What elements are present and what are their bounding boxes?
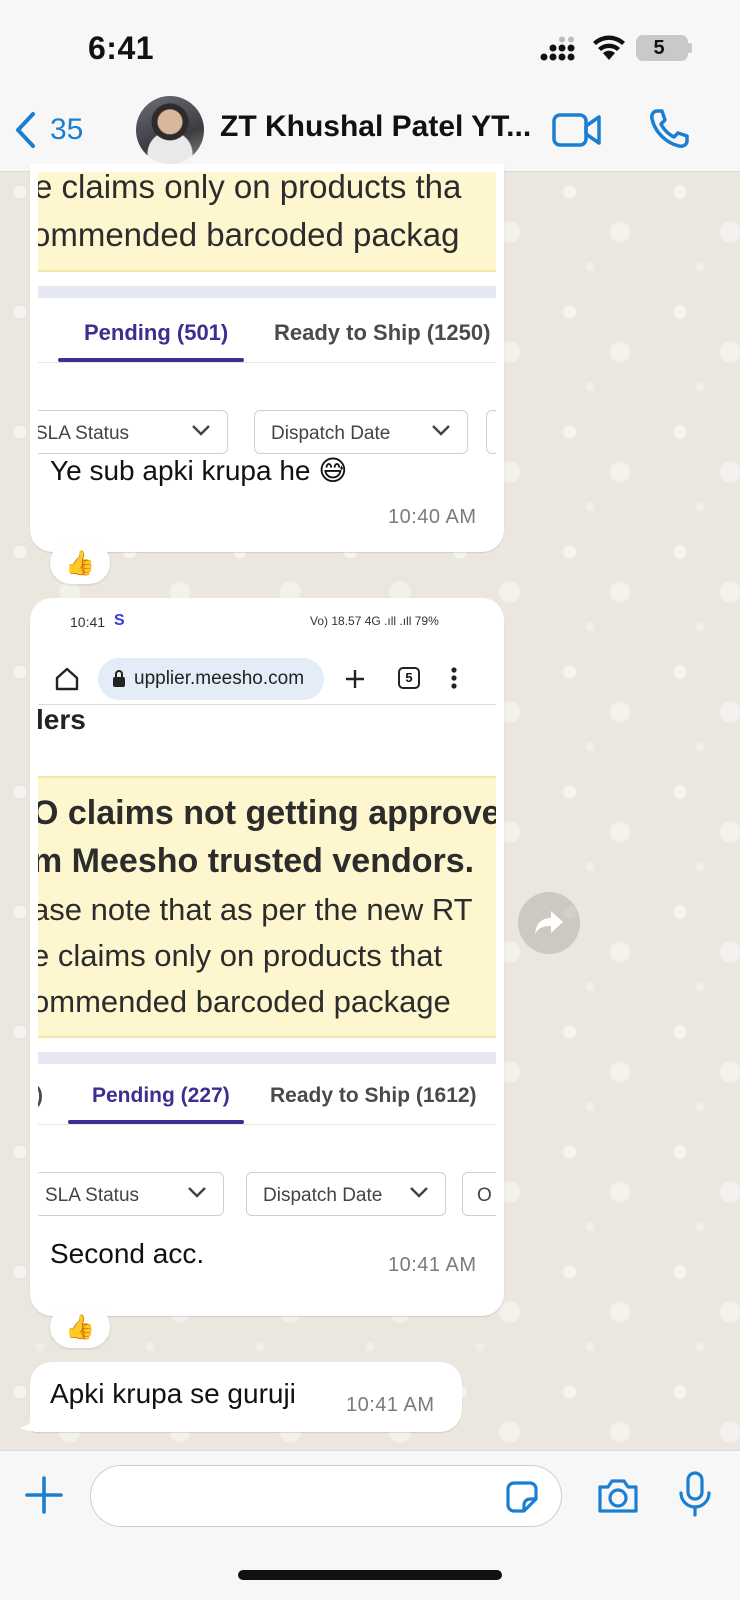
notice-line: e claims only on products tha bbox=[38, 172, 462, 205]
camera-icon[interactable] bbox=[596, 1477, 640, 1515]
message-text: Apki krupa se guruji bbox=[50, 1378, 296, 1409]
battery-cap bbox=[688, 43, 692, 53]
tab-divider bbox=[38, 1124, 496, 1125]
plus-icon[interactable] bbox=[24, 1475, 64, 1515]
message-caption: Second acc. bbox=[50, 1238, 205, 1269]
notice-line: ommended barcoded packag bbox=[38, 216, 460, 253]
text-message-bubble[interactable]: Apki krupa se guruji 10:41 AM bbox=[30, 1362, 462, 1432]
filter-dispatch-date: Dispatch Date bbox=[254, 410, 468, 454]
notice-line: m Meesho trusted vendors. bbox=[38, 842, 475, 880]
notice-line: e claims only on products that bbox=[38, 938, 443, 973]
shared-screenshot[interactable]: 10:41 S Vo) 18.57 4G .ıll .ıll 79% uppli… bbox=[38, 606, 496, 1224]
notice-banner: e claims only on products tha ommended b… bbox=[38, 172, 496, 272]
back-button[interactable]: 35 bbox=[14, 108, 83, 152]
page-heading: lers bbox=[38, 704, 86, 735]
notice-banner: O claims not getting approve m Meesho tr… bbox=[38, 776, 496, 1038]
tab-count-badge: 5 bbox=[398, 667, 420, 689]
message-time: 10:41 AM bbox=[388, 1254, 477, 1276]
unread-count: 35 bbox=[50, 113, 84, 146]
chevron-left-icon bbox=[16, 112, 35, 148]
url-text: upplier.meesho.com bbox=[134, 668, 305, 689]
battery-icon: 5 bbox=[636, 35, 688, 61]
message-input[interactable] bbox=[90, 1465, 562, 1527]
tab-pending: Pending (227) bbox=[92, 1084, 230, 1107]
home-icon bbox=[55, 667, 79, 691]
cellular-signal-icon bbox=[540, 36, 575, 61]
tab-divider bbox=[38, 362, 496, 363]
battery-percent: 5 bbox=[653, 37, 665, 59]
browser-divider bbox=[38, 704, 496, 705]
message-time: 10:40 AM bbox=[388, 506, 477, 528]
chevron-down-icon bbox=[188, 1187, 206, 1198]
wifi-icon bbox=[593, 35, 625, 60]
divider-bar bbox=[38, 1052, 496, 1064]
microphone-icon[interactable] bbox=[678, 1471, 712, 1519]
notice-line: ommended barcoded package bbox=[38, 984, 451, 1019]
notice-line: ase note that as per the new RT bbox=[38, 892, 473, 927]
avatar[interactable] bbox=[136, 96, 204, 164]
home-indicator bbox=[238, 1570, 502, 1580]
contact-name[interactable]: ZT Khushal Patel YT... bbox=[220, 110, 538, 144]
chat-header: 35 ZT Khushal Patel YT... bbox=[0, 90, 740, 172]
inner-status-s: S bbox=[114, 612, 125, 629]
forward-arrow-icon bbox=[535, 911, 563, 934]
filter-sla-status: SLA Status bbox=[38, 1172, 224, 1216]
status-bar: 6:41 5 bbox=[0, 0, 740, 90]
filter-more: O bbox=[462, 1172, 496, 1216]
reaction-badge[interactable]: 👍 bbox=[50, 542, 110, 584]
shared-screenshot[interactable]: e claims only on products tha ommended b… bbox=[38, 172, 496, 462]
chevron-down-icon bbox=[192, 425, 210, 436]
chevron-down-icon bbox=[432, 425, 450, 436]
filter-dispatch-date: Dispatch Date bbox=[246, 1172, 446, 1216]
message-caption: Ye sub apki krupa he 😅 bbox=[50, 455, 348, 486]
message-time: 10:41 AM bbox=[346, 1394, 435, 1416]
chevron-down-icon bbox=[410, 1187, 428, 1198]
divider-bar bbox=[38, 286, 496, 298]
inner-status-time: 10:41 bbox=[70, 614, 106, 630]
inner-status-right: Vo) 18.57 4G .ıll .ıll 79% bbox=[310, 614, 439, 628]
lock-icon bbox=[113, 670, 125, 687]
status-time: 6:41 bbox=[88, 30, 155, 66]
tab-ready-to-ship: Ready to Ship (1250) bbox=[274, 320, 491, 345]
tab-count: 5 bbox=[405, 670, 413, 685]
video-camera-icon[interactable] bbox=[552, 112, 602, 148]
tab-pending: Pending (501) bbox=[84, 320, 229, 345]
bubble-tail bbox=[20, 1414, 42, 1432]
image-message-bubble[interactable]: e claims only on products tha ommended b… bbox=[30, 164, 504, 552]
tab-ready-to-ship: Ready to Ship (1612) bbox=[270, 1084, 477, 1107]
notice-line: O claims not getting approve bbox=[38, 794, 496, 832]
filter-more bbox=[486, 410, 496, 454]
image-message-bubble[interactable]: 10:41 S Vo) 18.57 4G .ıll .ıll 79% uppli… bbox=[30, 598, 504, 1316]
url-bar: upplier.meesho.com bbox=[98, 658, 324, 700]
tab-previous: ) bbox=[38, 1084, 43, 1108]
sticker-icon[interactable] bbox=[504, 1479, 540, 1515]
reaction-badge[interactable]: 👍 bbox=[50, 1306, 110, 1348]
new-tab-plus-icon bbox=[346, 670, 364, 688]
phone-icon[interactable] bbox=[648, 108, 690, 150]
forward-button[interactable] bbox=[518, 892, 580, 954]
filter-sla-status: SLA Status bbox=[38, 410, 228, 454]
more-vertical-icon bbox=[451, 667, 457, 689]
